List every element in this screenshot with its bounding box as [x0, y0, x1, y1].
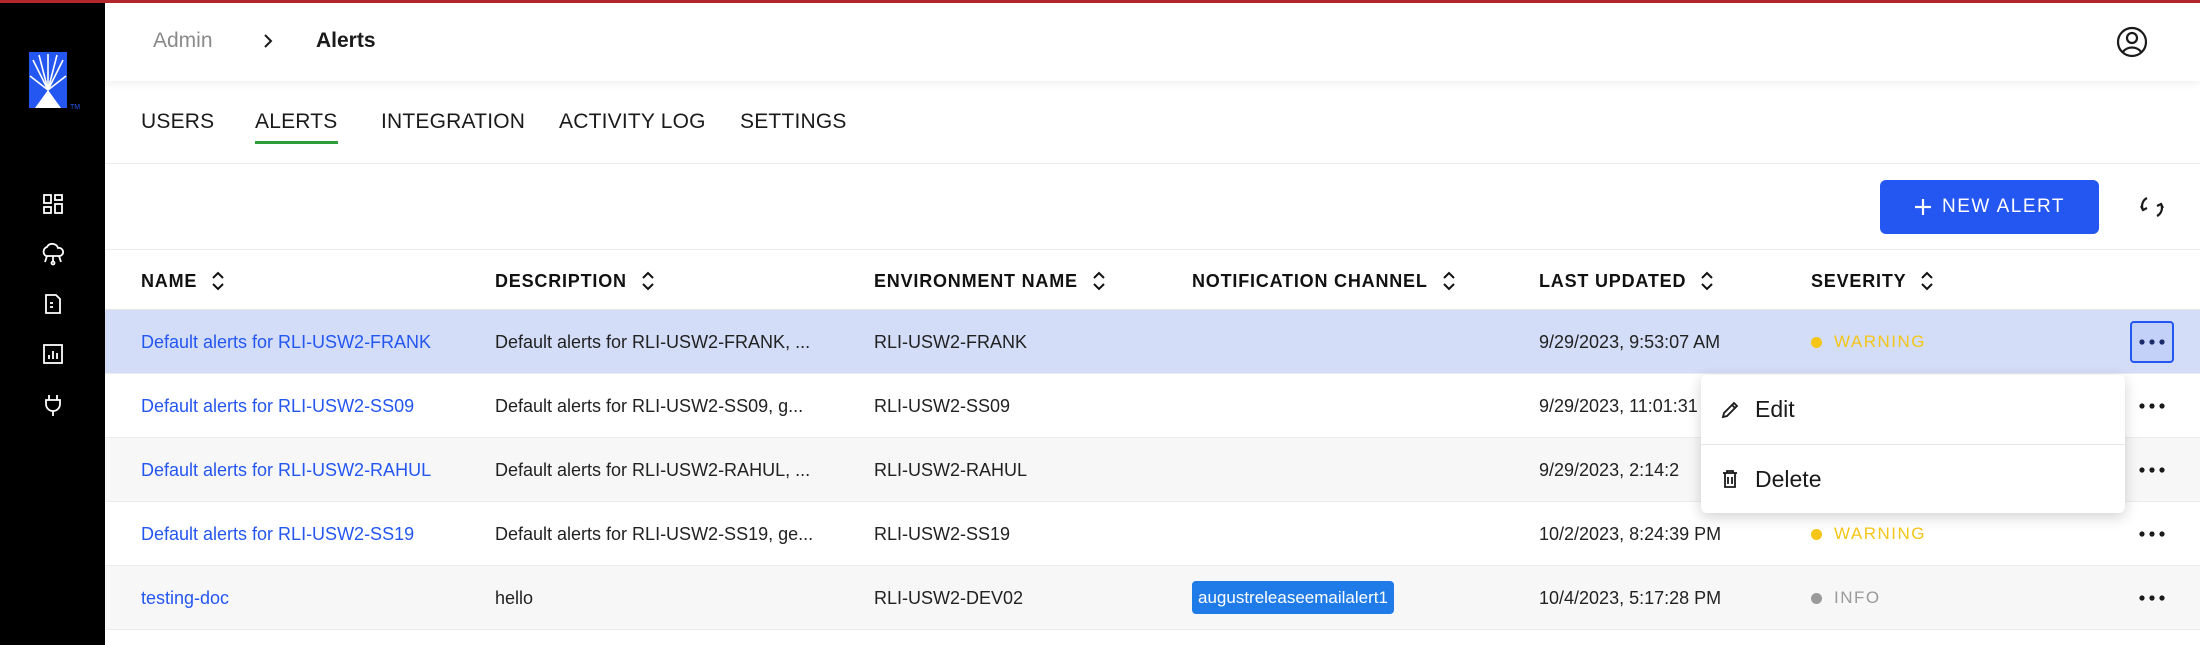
- tab-alerts[interactable]: ALERTS: [255, 110, 338, 144]
- sort-icon: [1921, 271, 1934, 291]
- alert-last-updated: 9/29/2023, 9:53:07 AM: [1539, 332, 1721, 352]
- dashboard-icon[interactable]: [40, 191, 66, 217]
- menu-item-delete[interactable]: Delete: [1701, 444, 2125, 513]
- column-header-notification-channel[interactable]: NOTIFICATION CHANNEL: [1192, 270, 1456, 292]
- severity-dot: [1811, 592, 1822, 604]
- alert-environment: RLI-USW2-RAHUL: [874, 460, 1028, 480]
- more-horizontal-icon: [2139, 467, 2165, 473]
- tab-integration[interactable]: INTEGRATION: [381, 110, 525, 134]
- alert-last-updated: 9/29/2023, 2:14:2: [1539, 460, 1680, 480]
- alert-environment: RLI-USW2-FRANK: [874, 332, 1028, 352]
- trash-icon: [1723, 470, 1737, 488]
- severity-badge: WARNING: [1811, 524, 1926, 544]
- column-header-severity[interactable]: SEVERITY: [1811, 270, 1934, 292]
- alert-name-link[interactable]: Default alerts for RLI-USW2-SS19: [141, 524, 414, 545]
- pencil-icon: [1721, 401, 1739, 418]
- row-actions-button[interactable]: [2130, 321, 2174, 363]
- plug-icon[interactable]: [40, 392, 66, 418]
- more-horizontal-icon: [2139, 531, 2165, 537]
- more-horizontal-icon: [2139, 595, 2165, 601]
- alert-description: Default alerts for RLI-USW2-SS09, g...: [495, 396, 804, 416]
- alert-description: Default alerts for RLI-USW2-SS19, ge...: [495, 524, 814, 544]
- alert-name-link[interactable]: Default alerts for RLI-USW2-RAHUL: [141, 460, 431, 481]
- alert-environment: RLI-USW2-SS09: [874, 396, 1011, 416]
- chevron-right-icon: [255, 25, 281, 57]
- plus-icon: [1915, 199, 1932, 215]
- severity-badge: INFO: [1811, 588, 1881, 608]
- alert-last-updated: 9/29/2023, 11:01:31: [1539, 396, 1698, 416]
- svg-text:TM: TM: [70, 104, 80, 111]
- sort-icon: [1442, 271, 1455, 291]
- cloud-network-icon[interactable]: [40, 241, 66, 267]
- column-header-last-updated[interactable]: LAST UPDATED: [1539, 270, 1714, 292]
- alert-environment: RLI-USW2-DEV02: [874, 588, 1024, 608]
- column-header-name[interactable]: NAME: [141, 270, 225, 292]
- severity-dot: [1811, 528, 1822, 540]
- severity-dot: [1811, 336, 1822, 348]
- new-alert-label: NEW ALERT: [1942, 196, 2065, 217]
- tab-settings[interactable]: SETTINGS: [740, 110, 847, 134]
- row-actions-button[interactable]: [2130, 385, 2174, 427]
- report-chart-icon[interactable]: [40, 341, 66, 367]
- alerts-toolbar: NEW ALERT: [105, 164, 2200, 250]
- alert-name-link[interactable]: testing-doc: [141, 588, 229, 609]
- top-header: Admin Alerts: [105, 3, 2200, 81]
- column-header-environment[interactable]: ENVIRONMENT NAME: [874, 270, 1106, 292]
- row-actions-button[interactable]: [2130, 449, 2174, 491]
- table-row[interactable]: Default alerts for RLI-USW2-FRANK Defaul…: [105, 310, 2200, 374]
- tab-activity-log[interactable]: ACTIVITY LOG: [559, 110, 706, 134]
- alert-name-link[interactable]: Default alerts for RLI-USW2-FRANK: [141, 332, 431, 353]
- tab-users[interactable]: USERS: [141, 110, 214, 134]
- row-actions-button[interactable]: [2130, 577, 2174, 619]
- refresh-icon[interactable]: [2137, 192, 2167, 222]
- notification-channel-chip[interactable]: augustreleaseemailalert1: [1192, 581, 1394, 614]
- table-row[interactable]: testing-doc hello RLI-USW2-DEV02 augustr…: [105, 566, 2200, 630]
- menu-item-label: Delete: [1755, 465, 1822, 492]
- admin-tabs: USERS ALERTS INTEGRATION ACTIVITY LOG SE…: [105, 90, 2200, 164]
- table-header: NAME DESCRIPTION ENVIRONMENT NAME NOTIFI…: [105, 250, 2200, 310]
- alert-last-updated: 10/2/2023, 8:24:39 PM: [1539, 524, 1722, 544]
- sort-icon: [212, 271, 224, 291]
- sidebar: TM: [0, 0, 105, 645]
- more-horizontal-icon: [2139, 403, 2165, 409]
- menu-item-label: Edit: [1755, 396, 1795, 422]
- breadcrumb-admin[interactable]: Admin: [153, 29, 213, 53]
- document-icon[interactable]: [40, 291, 66, 317]
- column-header-description[interactable]: DESCRIPTION: [495, 270, 655, 292]
- sort-icon: [1093, 271, 1105, 291]
- sort-icon: [1701, 271, 1713, 291]
- menu-item-edit[interactable]: Edit: [1701, 375, 2125, 444]
- alert-environment: RLI-USW2-SS19: [874, 524, 1011, 544]
- more-horizontal-icon: [2139, 339, 2165, 345]
- top-accent-bar: [0, 0, 2200, 3]
- row-actions-menu: Edit Delete: [1701, 375, 2125, 513]
- sort-icon: [642, 271, 654, 291]
- logo: TM: [27, 50, 83, 114]
- alert-description: Default alerts for RLI-USW2-RAHUL, ...: [495, 460, 811, 480]
- alert-last-updated: 10/4/2023, 5:17:28 PM: [1539, 588, 1722, 608]
- alert-description: hello: [495, 588, 534, 608]
- alert-description: Default alerts for RLI-USW2-FRANK, ...: [495, 332, 811, 352]
- user-circle-icon[interactable]: [2115, 25, 2149, 59]
- row-actions-button[interactable]: [2130, 513, 2174, 555]
- new-alert-button[interactable]: NEW ALERT: [1880, 180, 2099, 234]
- severity-badge: WARNING: [1811, 332, 1926, 352]
- alert-name-link[interactable]: Default alerts for RLI-USW2-SS09: [141, 396, 414, 417]
- breadcrumb-current: Alerts: [316, 29, 376, 52]
